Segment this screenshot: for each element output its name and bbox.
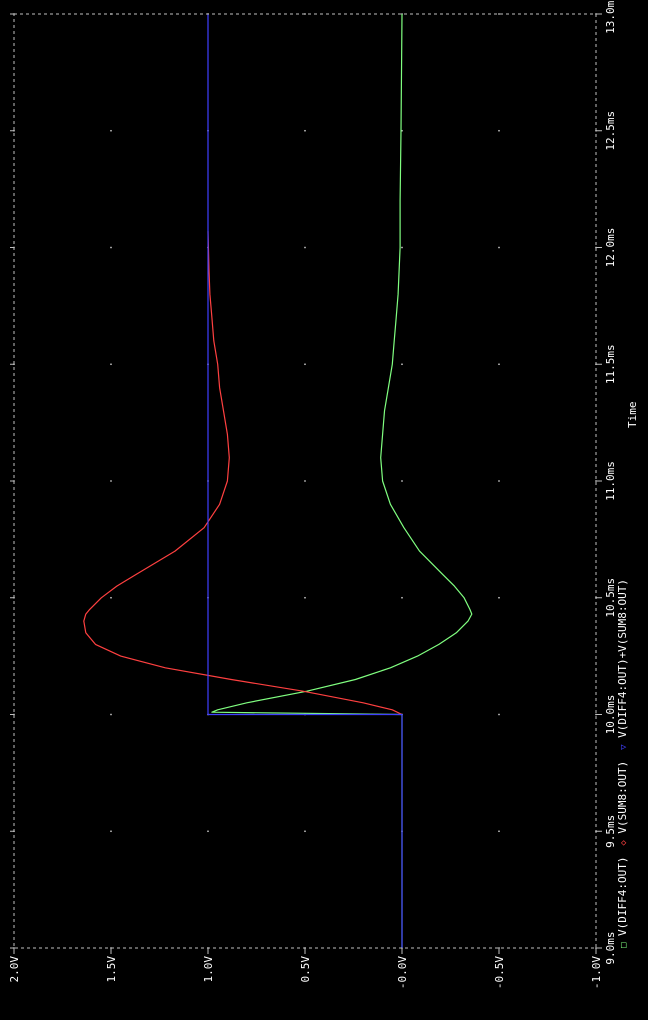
grid-dot <box>304 363 306 366</box>
axes: 9.0ms9.5ms10.0ms10.5ms11.0ms11.5ms12.0ms… <box>8 0 617 989</box>
grid-dot <box>304 129 306 132</box>
grid-dot <box>498 246 500 249</box>
x-tick-label: 11.0ms <box>604 461 617 501</box>
chart-plot: 9.0ms9.5ms10.0ms10.5ms11.0ms11.5ms12.0ms… <box>8 0 639 989</box>
x-axis-label: Time <box>626 402 639 429</box>
grid-dot <box>401 596 403 599</box>
grid-dot <box>498 713 500 716</box>
legend-label-1: V(DIFF4:OUT) <box>616 857 629 936</box>
grid-dot <box>498 13 500 15</box>
legend-marker-3: ▽ <box>619 744 629 750</box>
legend: Time □ V(DIFF4:OUT) ◇ V(SUM8:OUT) ▽ V(DIFF4:O… <box>616 402 639 949</box>
grid-dot <box>498 596 500 599</box>
grid-dot <box>110 713 112 716</box>
grid-dot <box>498 129 500 132</box>
grid-dot <box>110 129 112 132</box>
y-tick-label: 2.0V <box>8 956 21 983</box>
y-tick-label: -1.0V <box>590 956 603 989</box>
y-tick-label: 1.5V <box>105 956 118 983</box>
x-tick-label: 12.5ms <box>604 111 617 151</box>
x-tick-label: 11.5ms <box>604 344 617 384</box>
legend-label-3: V(DIFF4:OUT)+V(SUM8:OUT) <box>616 579 629 738</box>
grid-dot <box>110 830 112 833</box>
y-tick-label: -0.5V <box>493 956 506 989</box>
y-tick-label: 1.0V <box>202 956 215 983</box>
grid-dot <box>207 830 209 833</box>
grid-dot <box>304 596 306 599</box>
y-tick-label: 0.5V <box>299 956 312 983</box>
series-line-1 <box>211 13 473 948</box>
y-tick-label: -0.0V <box>396 956 409 989</box>
series-line-2 <box>83 231 403 716</box>
grid-dot <box>304 480 306 482</box>
legend-marker-2: ◇ <box>619 840 629 846</box>
series-layer <box>83 13 473 948</box>
grid-dot <box>401 480 403 482</box>
x-tick-label: 13.0ms <box>604 0 617 34</box>
grid-dot <box>498 830 500 833</box>
legend-marker-1: □ <box>619 942 629 948</box>
grid-dot <box>401 363 403 366</box>
grid-dot <box>304 830 306 833</box>
legend-label-2: V(SUM8:OUT) <box>616 761 629 834</box>
grid-dot <box>110 363 112 366</box>
grid-dot <box>110 596 112 599</box>
x-tick-label: 12.0ms <box>604 228 617 268</box>
grid-dot <box>110 246 112 249</box>
grid-dot <box>304 246 306 249</box>
grid-dot <box>498 480 500 482</box>
grid-dot <box>401 246 403 249</box>
grid-dot <box>498 363 500 366</box>
grid <box>13 13 597 949</box>
grid-dot <box>110 480 112 482</box>
